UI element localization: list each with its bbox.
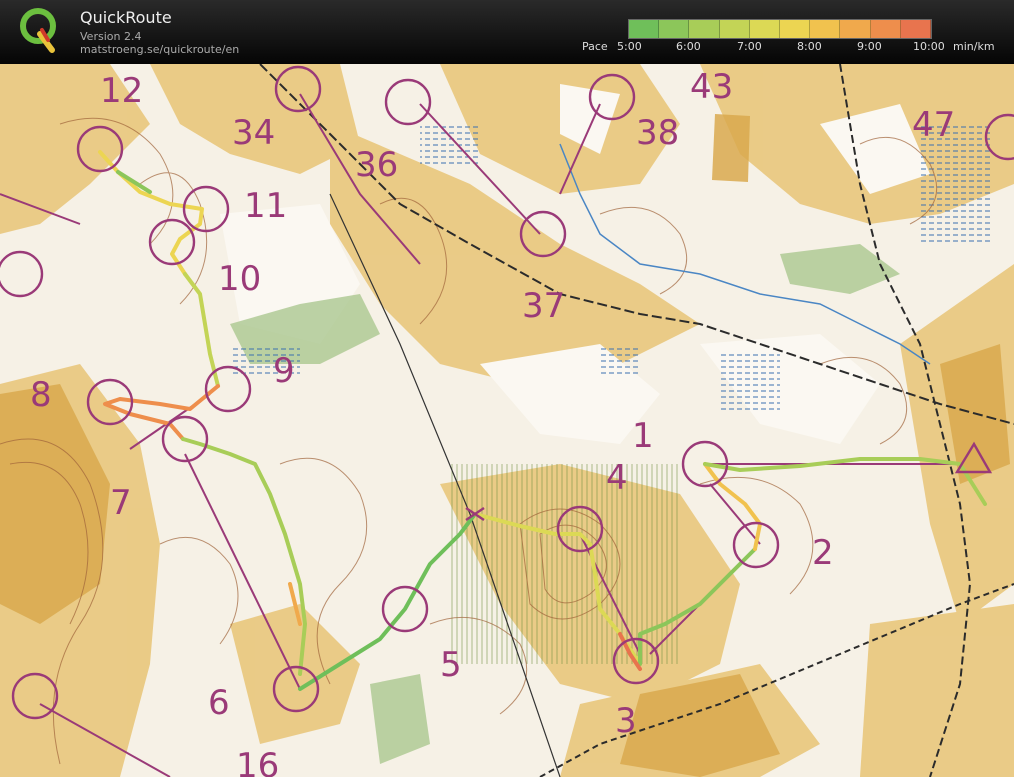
control-number: 9 <box>273 351 295 391</box>
control-number: 36 <box>355 145 398 185</box>
control-number: 2 <box>812 533 834 573</box>
pace-tick: 9:00 <box>857 40 882 53</box>
pace-color-swatch <box>840 20 871 38</box>
pace-color-swatch <box>749 20 781 38</box>
control-number: 43 <box>690 67 733 107</box>
control-number: 11 <box>244 186 287 226</box>
undergrowth-area <box>450 464 680 664</box>
pace-color-swatch <box>780 20 811 38</box>
app-version: Version 2.4 <box>80 30 142 43</box>
app-title: QuickRoute <box>80 8 172 27</box>
pace-tick: 7:00 <box>737 40 762 53</box>
pace-color-scale <box>628 19 932 39</box>
pace-color-swatch <box>659 20 690 38</box>
control-number: 1 <box>632 416 654 456</box>
app-url[interactable]: matstroeng.se/quickroute/en <box>80 43 239 56</box>
control-number: 34 <box>232 113 275 153</box>
pace-color-swatch <box>719 20 750 38</box>
control-number: 5 <box>440 645 462 685</box>
control-number: 7 <box>110 483 132 523</box>
quickroute-window: QuickRoute Version 2.4 matstroeng.se/qui… <box>0 0 1014 777</box>
pace-tick: 6:00 <box>676 40 701 53</box>
pace-color-swatch <box>689 20 720 38</box>
pace-tick: 5:00 <box>617 40 642 53</box>
control-number: 6 <box>208 683 230 723</box>
control-number: 12 <box>100 71 143 111</box>
header-bar: QuickRoute Version 2.4 matstroeng.se/qui… <box>0 0 1014 64</box>
control-number: 10 <box>218 259 261 299</box>
pace-color-swatch <box>870 20 901 38</box>
pace-tick: 8:00 <box>797 40 822 53</box>
quickroute-logo-icon <box>20 8 56 53</box>
control-number: 37 <box>522 286 565 326</box>
pace-label: Pace <box>582 40 608 53</box>
pace-legend: Pace 5:00 6:00 7:00 8:00 9:00 10:00 min/… <box>580 16 1010 60</box>
pace-color-swatch <box>810 20 841 38</box>
control-number: 3 <box>615 701 637 741</box>
control-number: 47 <box>912 105 955 145</box>
control-number: 8 <box>30 375 52 415</box>
orienteering-map[interactable]: 1 2 3 4 5 6 7 8 9 10 11 12 16 34 36 37 3… <box>0 64 1014 777</box>
pace-color-swatch <box>900 20 932 38</box>
control-number: 4 <box>606 458 628 498</box>
pace-unit: min/km <box>953 40 995 53</box>
pace-color-swatch <box>629 20 660 38</box>
control-number: 38 <box>636 113 679 153</box>
pace-tick: 10:00 <box>913 40 945 53</box>
control-number: 16 <box>236 746 279 777</box>
